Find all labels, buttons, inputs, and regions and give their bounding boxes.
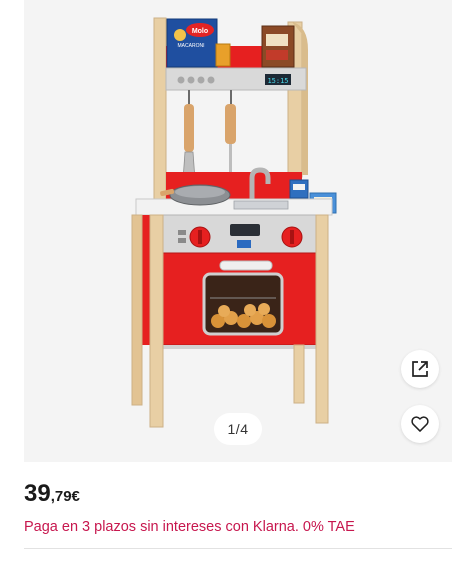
klarna-financing-text[interactable]: Paga en 3 plazos sin intereses con Klarn… [24, 519, 355, 535]
share-button[interactable] [401, 350, 439, 388]
product-image: 15:15 Molo MACARONI [131, 17, 337, 428]
image-pager: 1/4 [214, 413, 262, 445]
package-name-text: MACARONI [178, 43, 205, 49]
price-integer: 39 [24, 480, 51, 507]
price-decimal: ,79€ [50, 488, 80, 505]
favorite-button[interactable] [401, 405, 439, 443]
heart-icon [411, 416, 429, 432]
product-price: 39 ,79€ [24, 480, 80, 510]
clock-text: 15:15 [267, 77, 288, 85]
share-external-icon [412, 361, 428, 377]
package-brand-text: Molo [192, 28, 208, 35]
divider [24, 548, 452, 549]
product-image-gallery[interactable]: 15:15 Molo MACARONI 1/4 [24, 0, 452, 462]
